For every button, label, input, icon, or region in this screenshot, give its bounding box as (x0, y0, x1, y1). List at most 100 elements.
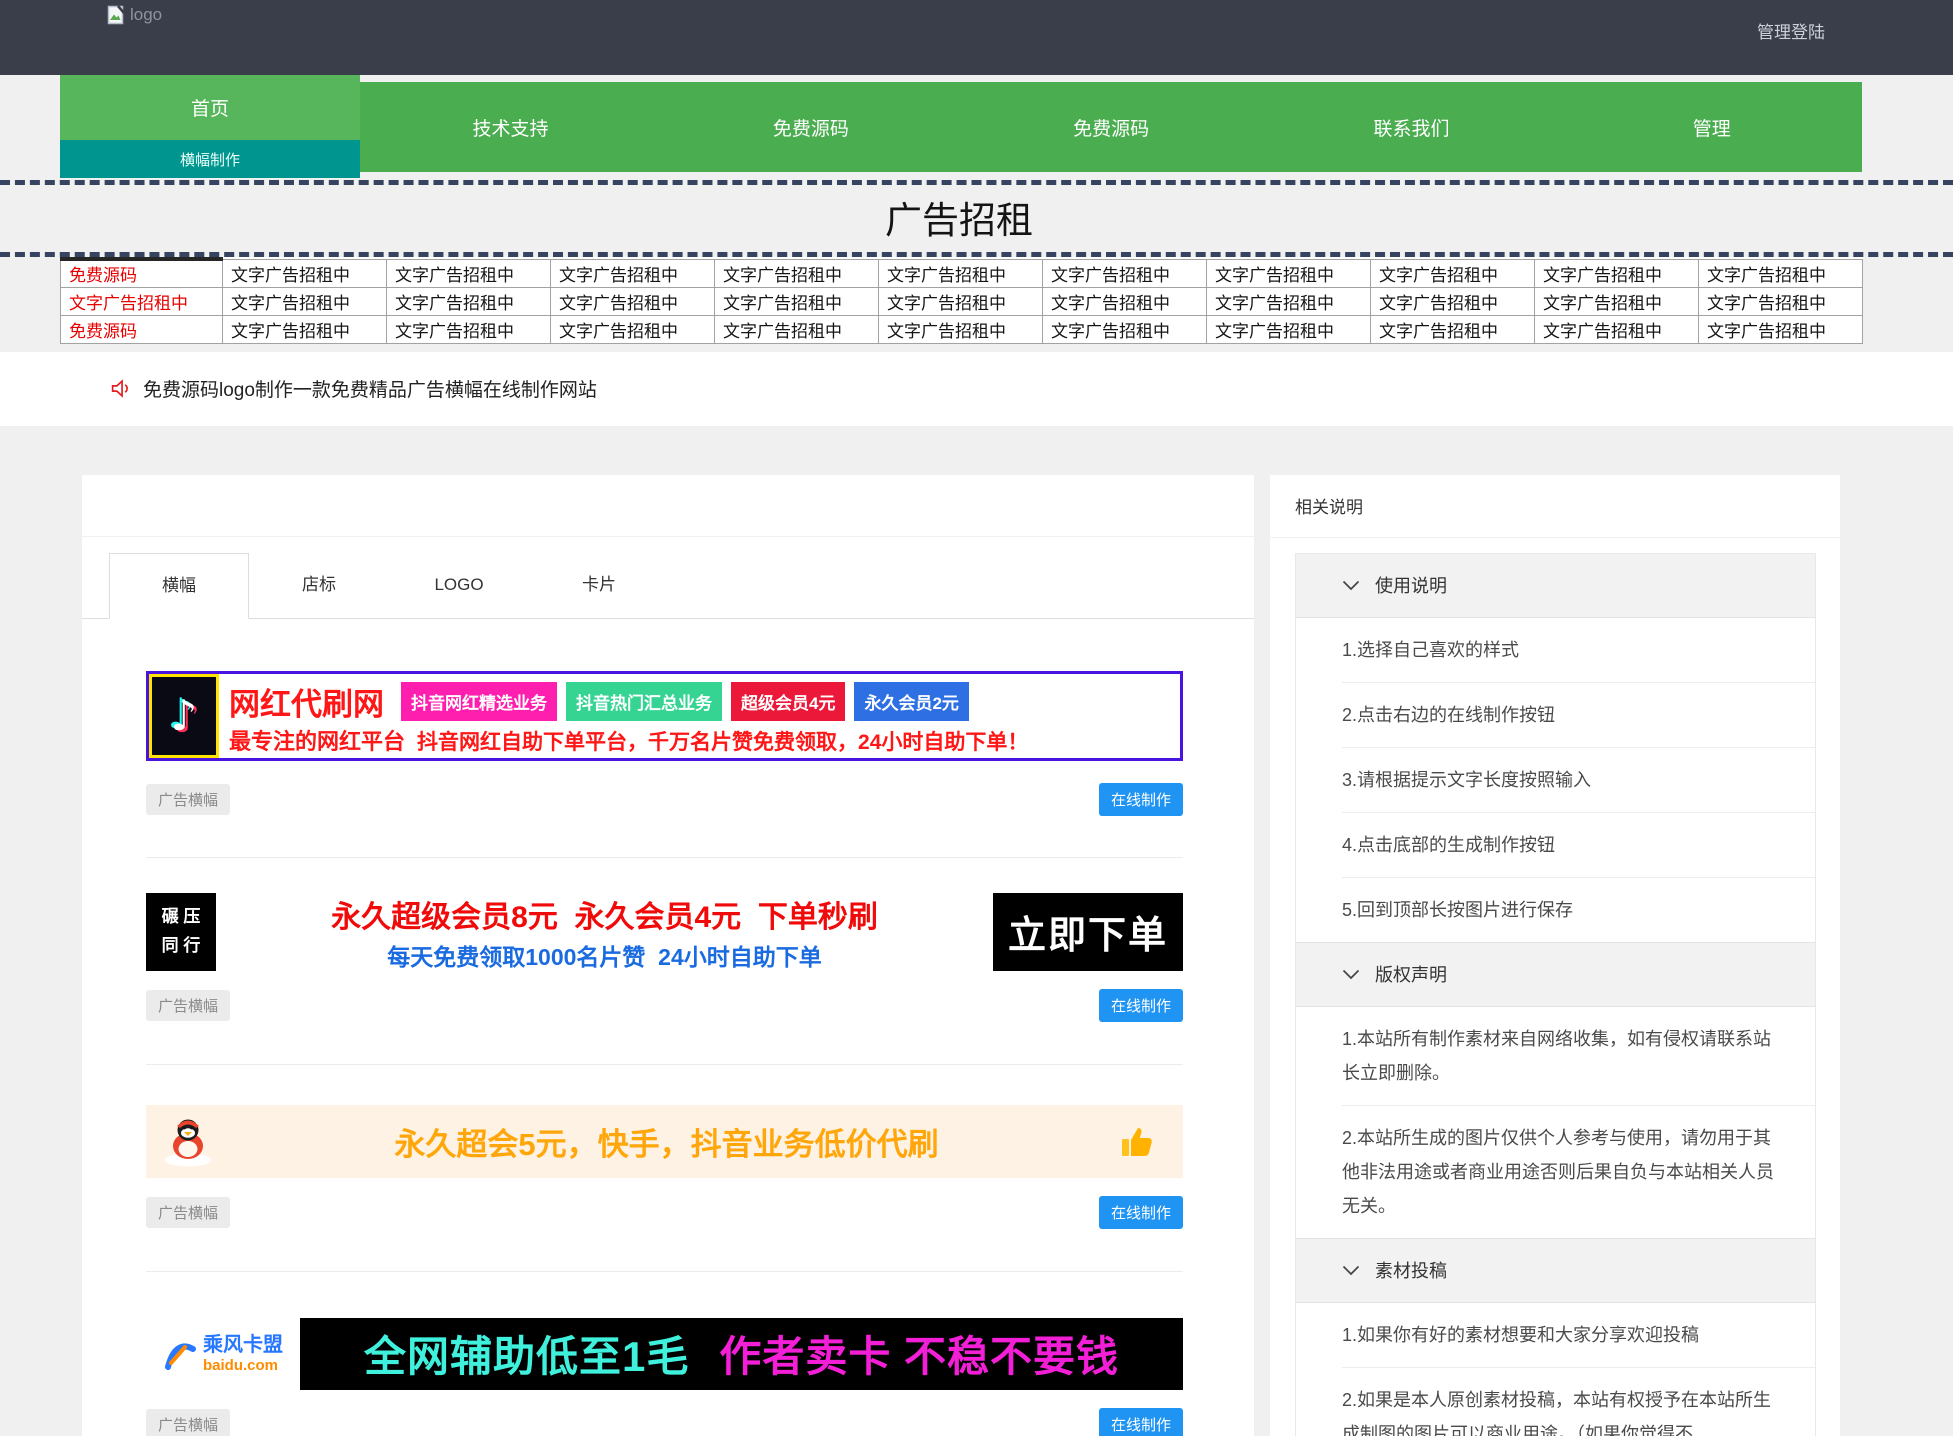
banner2-center: 永久超级会员8元 永久会员4元 下单秒刷 每天免费领取1000名片赞 24小时自… (216, 893, 993, 971)
ad-slot[interactable]: 文字广告招租中 (1535, 315, 1699, 343)
banner2-line2: 每天免费领取1000名片赞 24小时自助下单 (387, 938, 822, 972)
ad-slot[interactable]: 文字广告招租中 (1699, 315, 1863, 343)
accordion-header-label: 使用说明 (1375, 572, 1447, 598)
accordion-header-label: 素材投稿 (1375, 1257, 1447, 1283)
ad-slot[interactable]: 文字广告招租中 (1043, 315, 1207, 343)
ad-slot[interactable]: 文字广告招租中 (1535, 287, 1699, 315)
ad-slot[interactable]: 文字广告招租中 (715, 287, 879, 315)
sidebar-card: 相关说明 使用说明 1.选择自己喜欢的样式2.点击右边的在线制作按钮3.请根据提… (1270, 475, 1840, 1436)
ad-slot[interactable]: 文字广告招租中 (551, 287, 715, 315)
ad-slot[interactable]: 文字广告招租中 (223, 287, 387, 315)
banner1-content: 网红代刷网 抖音网红精选业务 抖音热门汇总业务 超级会员4元 永久会员2元 最专… (219, 674, 1180, 758)
speaker-icon (110, 378, 131, 399)
accordion-item: 4.点击底部的生成制作按钮 (1342, 813, 1815, 878)
accordion-body-usage: 1.选择自己喜欢的样式2.点击右边的在线制作按钮3.请根据提示文字长度按照输入4… (1296, 618, 1815, 943)
chevron-down-icon (1342, 580, 1360, 591)
ad-slot[interactable]: 文字广告招租中 (223, 259, 387, 287)
banner4-meta: 广告横幅 在线制作 (146, 1408, 1183, 1436)
ad-slot[interactable]: 文字广告招租中 (1043, 259, 1207, 287)
ad-slot[interactable]: 文字广告招租中 (223, 315, 387, 343)
nav-item-free-source-2[interactable]: 免费源码 (961, 82, 1261, 172)
site-logo[interactable]: logo (107, 5, 162, 25)
ad-slot[interactable]: 文字广告招租中 (1699, 259, 1863, 287)
ad-slot[interactable]: 文字广告招租中 (1207, 315, 1371, 343)
banner4-brand: 乘风卡盟 (203, 1334, 283, 1357)
ad-slot[interactable]: 文字广告招租中 (879, 287, 1043, 315)
nav-item-admin[interactable]: 管理 (1562, 82, 1862, 172)
ad-slot[interactable]: 文字广告招租中 (387, 259, 551, 287)
ad-slot[interactable]: 文字广告招租中 (551, 315, 715, 343)
banner-sample-1[interactable]: ♪ 网红代刷网 抖音网红精选业务 抖音热门汇总业务 超级会员4元 永久会员2元 … (146, 671, 1183, 761)
banner2-meta: 广告横幅 在线制作 (146, 989, 1183, 1022)
online-make-button[interactable]: 在线制作 (1099, 783, 1183, 816)
ad-slot[interactable]: 文字广告招租中 (1371, 287, 1535, 315)
ad-slot[interactable]: 文字广告招租中 (61, 287, 223, 315)
accordion-item: 2.如果是本人原创素材投稿，本站有权授予在本站所生成制图的图片可以商业用途。（如… (1342, 1368, 1815, 1436)
tab-logo[interactable]: LOGO (389, 553, 529, 618)
banner-sample-4[interactable]: 乘风卡盟 baidu.com 全网辅助低至1毛 作者卖卡 不稳不要钱 (146, 1318, 1183, 1390)
ad-slot[interactable]: 文字广告招租中 (551, 259, 715, 287)
banner2-order-box: 立即下单 (993, 893, 1183, 971)
ad-slot[interactable]: 文字广告招租中 (715, 259, 879, 287)
chevron-down-icon (1342, 969, 1360, 980)
ad-slots-table: 免费源码文字广告招租中文字广告招租中文字广告招租中文字广告招租中文字广告招租中文… (60, 257, 1863, 344)
ad-slot[interactable]: 文字广告招租中 (715, 315, 879, 343)
nav-item-free-source-1[interactable]: 免费源码 (661, 82, 961, 172)
ad-slot[interactable]: 文字广告招租中 (1371, 315, 1535, 343)
tab-body: ♪ 网红代刷网 抖音网红精选业务 抖音热门汇总业务 超级会员4元 永久会员2元 … (82, 671, 1254, 1436)
ad-slot[interactable]: 文字广告招租中 (387, 315, 551, 343)
banner-sample-3[interactable]: 永久超会5元，快手，抖音业务低价代刷 (146, 1105, 1183, 1178)
banner2-left-box: 碾 压 同 行 (146, 893, 216, 971)
ad-slot[interactable]: 文字广告招租中 (1043, 287, 1207, 315)
accordion-section-submission[interactable]: 素材投稿 (1296, 1239, 1815, 1303)
tab-shop-mark[interactable]: 店标 (249, 553, 389, 618)
banner4-domain: baidu.com (203, 1357, 283, 1374)
admin-login-link[interactable]: 管理登陆 (1757, 18, 1825, 43)
ad-slot[interactable]: 文字广告招租中 (1371, 259, 1535, 287)
online-make-button[interactable]: 在线制作 (1099, 1196, 1183, 1229)
ad-table-row: 免费源码文字广告招租中文字广告招租中文字广告招租中文字广告招租中文字广告招租中文… (61, 259, 1863, 287)
banner2-left-line1: 碾 压 (162, 903, 201, 932)
card-top-spacer (82, 475, 1254, 537)
nav-item-tech-support[interactable]: 技术支持 (360, 82, 660, 172)
ad-slot[interactable]: 文字广告招租中 (1207, 259, 1371, 287)
nav-dropdown-banner-make[interactable]: 横幅制作 (60, 140, 360, 178)
accordion-item: 1.如果你有好的素材想要和大家分享欢迎投稿 (1342, 1303, 1815, 1368)
ad-slot[interactable]: 免费源码 (61, 259, 223, 287)
badge-douyin-hot: 抖音热门汇总业务 (566, 682, 722, 721)
logo-alt-text: logo (130, 5, 162, 25)
tiktok-logo-box: ♪ (149, 674, 219, 758)
broken-image-icon (107, 5, 127, 25)
item-type-label: 广告横幅 (146, 1197, 230, 1228)
nav-item-home[interactable]: 首页 (60, 75, 360, 140)
sidebar-title: 相关说明 (1270, 475, 1840, 538)
banner2-line1: 永久超级会员8元 永久会员4元 下单秒刷 (331, 892, 878, 936)
ad-table-row: 免费源码文字广告招租中文字广告招租中文字广告招租中文字广告招租中文字广告招租中文… (61, 315, 1863, 343)
ad-slot[interactable]: 文字广告招租中 (1699, 287, 1863, 315)
ad-slot[interactable]: 文字广告招租中 (1207, 287, 1371, 315)
banner-sample-2[interactable]: 碾 压 同 行 永久超级会员8元 永久会员4元 下单秒刷 每天免费领取1000名… (146, 893, 1183, 971)
nav-item-contact[interactable]: 联系我们 (1261, 82, 1561, 172)
accordion-section-usage[interactable]: 使用说明 (1296, 554, 1815, 618)
penguin-mascot-icon (160, 1115, 216, 1167)
sidebar-accordion: 使用说明 1.选择自己喜欢的样式2.点击右边的在线制作按钮3.请根据提示文字长度… (1295, 553, 1816, 1436)
banner4-main: 全网辅助低至1毛 作者卖卡 不稳不要钱 (300, 1318, 1183, 1390)
badge-super-member: 超级会员4元 (731, 682, 845, 721)
ad-slot[interactable]: 文字广告招租中 (879, 315, 1043, 343)
ad-slot[interactable]: 文字广告招租中 (879, 259, 1043, 287)
notice-text: 免费源码logo制作一款免费精品广告横幅在线制作网站 (143, 375, 597, 402)
ad-slot[interactable]: 免费源码 (61, 315, 223, 343)
online-make-button[interactable]: 在线制作 (1099, 1408, 1183, 1436)
tab-banner[interactable]: 横幅 (109, 553, 249, 619)
accordion-section-copyright[interactable]: 版权声明 (1296, 943, 1815, 1007)
ad-slot[interactable]: 文字广告招租中 (387, 287, 551, 315)
accordion-item: 3.请根据提示文字长度按照输入 (1342, 748, 1815, 813)
separator (146, 857, 1183, 858)
item-type-label: 广告横幅 (146, 1409, 230, 1436)
content-card: 横幅 店标 LOGO 卡片 ♪ 网红代刷网 抖音网红精选业务 抖音热门汇总业务 … (82, 475, 1254, 1436)
chevron-down-icon (1342, 1265, 1360, 1276)
online-make-button[interactable]: 在线制作 (1099, 989, 1183, 1022)
tab-card[interactable]: 卡片 (529, 553, 669, 618)
accordion-item: 5.回到顶部长按图片进行保存 (1342, 878, 1815, 942)
ad-slot[interactable]: 文字广告招租中 (1535, 259, 1699, 287)
